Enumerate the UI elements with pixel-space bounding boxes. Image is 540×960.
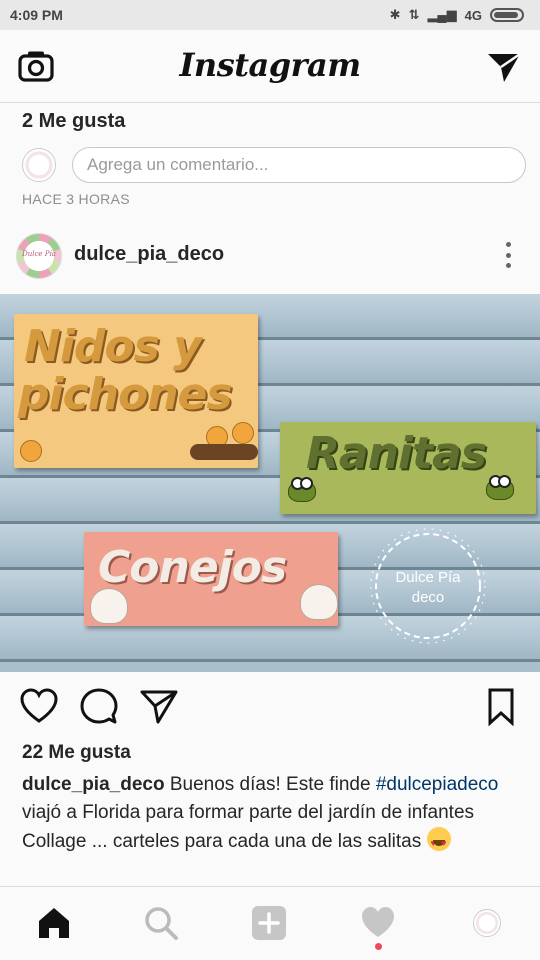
post-photo[interactable]: Nidos y pichones Ranitas Conejos Dulce P… xyxy=(0,294,540,672)
activity-heart-icon xyxy=(362,907,394,937)
direct-send-icon[interactable] xyxy=(486,50,522,84)
caption-username[interactable]: dulce_pia_deco xyxy=(22,774,165,795)
comment-row: Agrega un comentario... xyxy=(22,146,526,184)
share-icon[interactable] xyxy=(140,688,178,726)
sign-text-conejos: Conejos xyxy=(98,542,287,593)
avatar-logo-text: Dulce Pía xyxy=(22,250,56,258)
profile-avatar[interactable] xyxy=(473,909,501,937)
activity-tab[interactable] xyxy=(360,905,396,950)
sign-text-nidos: Nidos y xyxy=(24,321,202,372)
comment-icon[interactable] xyxy=(80,688,118,726)
watermark-line2: deco xyxy=(411,589,445,606)
app-header: Instagram xyxy=(0,30,540,103)
watermark-logo: Dulce Pía deco xyxy=(366,526,490,646)
post-likes[interactable]: 22 Me gusta xyxy=(22,742,131,764)
search-icon[interactable] xyxy=(143,905,179,941)
heart-icon[interactable] xyxy=(20,688,58,726)
my-avatar xyxy=(22,148,56,182)
caption-text-part2: viajó a Florida para formar parte del ja… xyxy=(22,802,475,852)
status-time: 4:09 PM xyxy=(10,7,63,23)
post-author-avatar[interactable]: Dulce Pía xyxy=(16,233,62,279)
network-type: 4G xyxy=(464,7,482,23)
bluetooth-icon: ✱ xyxy=(389,7,401,22)
bookmark-icon[interactable] xyxy=(482,688,520,726)
signal-icon: ▂▄▆ xyxy=(427,7,457,22)
sign-text-pichones: pichones xyxy=(18,369,233,420)
post-timestamp: HACE 3 HORAS xyxy=(22,191,130,207)
caption-hashtag[interactable]: #dulcepiadeco xyxy=(376,774,499,795)
status-icons: ✱ ⇅ ▂▄▆ 4G xyxy=(390,7,524,23)
battery-icon xyxy=(490,8,524,22)
data-transfer-icon: ⇅ xyxy=(408,7,420,22)
more-options-icon[interactable] xyxy=(504,242,512,268)
post-caption: dulce_pia_deco Buenos días! Este finde #… xyxy=(22,771,522,857)
bottom-navigation xyxy=(0,886,540,960)
caption-text-part1: Buenos días! Este finde xyxy=(164,774,376,795)
notification-dot xyxy=(375,943,382,950)
sign-ranitas: Ranitas xyxy=(280,422,536,514)
instagram-logo: Instagram xyxy=(179,46,361,84)
post-username[interactable]: dulce_pia_deco xyxy=(74,243,224,266)
sign-text-ranitas: Ranitas xyxy=(306,428,487,479)
comment-input[interactable]: Agrega un comentario... xyxy=(72,147,526,183)
watermark-line1: Dulce Pía xyxy=(395,569,461,586)
home-icon[interactable] xyxy=(36,905,72,941)
post-header: Dulce Pía dulce_pia_deco xyxy=(0,228,540,288)
add-icon[interactable] xyxy=(251,905,287,941)
previous-post-likes[interactable]: 2 Me gusta xyxy=(22,110,125,133)
status-bar: 4:09 PM ✱ ⇅ ▂▄▆ 4G xyxy=(0,0,540,30)
sign-conejos: Conejos xyxy=(84,532,338,626)
heart-eyes-emoji-icon xyxy=(426,827,451,857)
post-actions xyxy=(0,672,540,742)
sign-nidos-y-pichones: Nidos y pichones xyxy=(14,314,258,468)
